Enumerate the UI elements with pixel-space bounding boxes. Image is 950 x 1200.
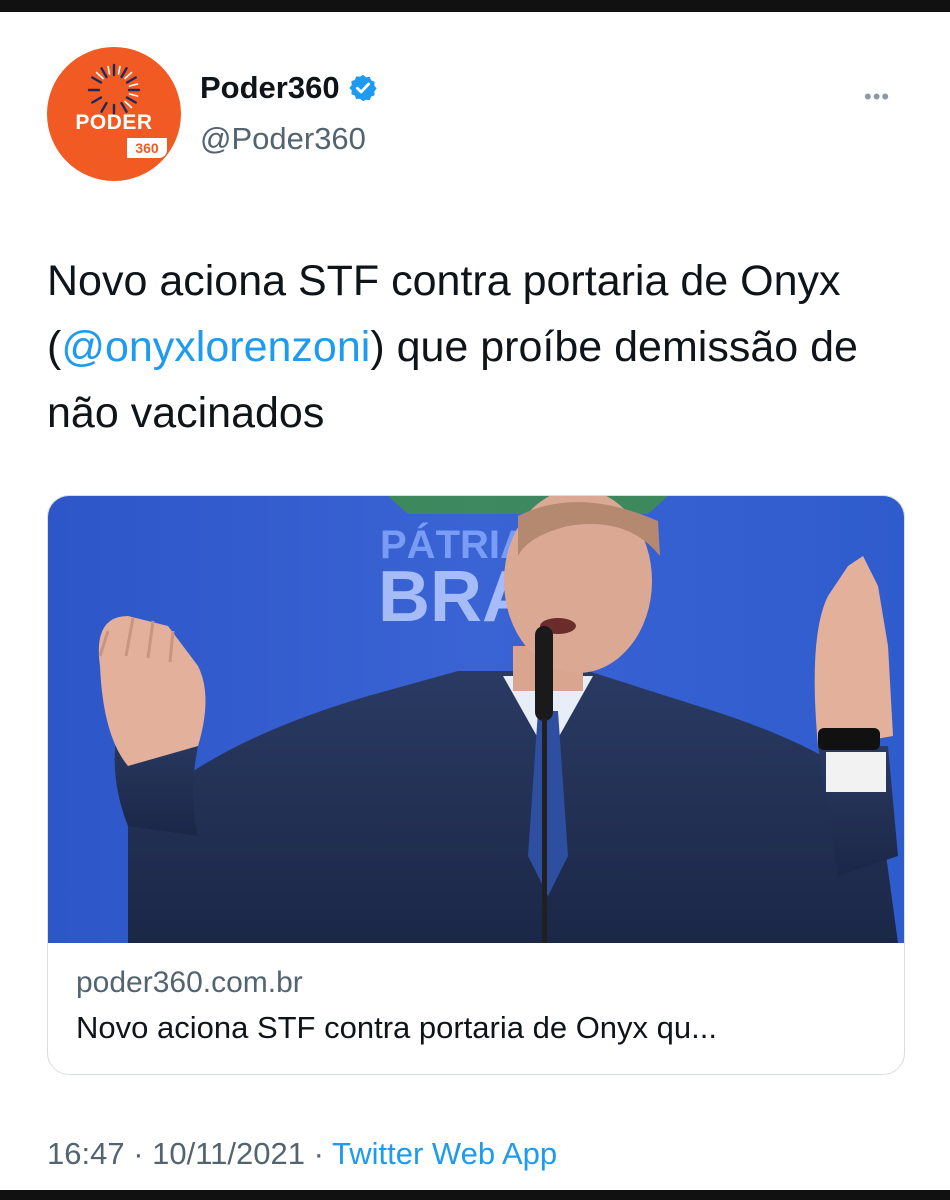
- user-handle[interactable]: @Poder360: [200, 121, 366, 157]
- meta-separator-1: ·: [124, 1136, 153, 1171]
- bottom-border: [0, 1190, 950, 1200]
- tweet-source[interactable]: Twitter Web App: [332, 1136, 557, 1171]
- tweet-time[interactable]: 16:47: [47, 1136, 125, 1171]
- avatar-label: PODER: [75, 111, 153, 134]
- more-options-icon[interactable]: •••: [864, 84, 890, 110]
- avatar[interactable]: PODER 360: [47, 47, 181, 181]
- meta-separator-2: ·: [305, 1136, 332, 1171]
- avatar-number: 360: [127, 138, 167, 158]
- tweet-date[interactable]: 10/11/2021: [152, 1136, 305, 1171]
- top-border: [0, 0, 950, 12]
- verified-badge-icon: [348, 74, 377, 102]
- author-name-row[interactable]: Poder360: [200, 70, 378, 106]
- display-name[interactable]: Poder360: [200, 70, 340, 106]
- tweet-meta: 16:47 · 10/11/2021 · Twitter Web App: [47, 1136, 557, 1172]
- card-domain[interactable]: poder360.com.br: [76, 966, 303, 1000]
- link-card[interactable]: PÁTRIA BRA poder360.com.br Novo aciona S…: [47, 495, 905, 1075]
- mention-link[interactable]: @onyxlorenzoni: [61, 323, 370, 371]
- card-image: PÁTRIA BRA: [48, 496, 904, 943]
- tweet-text: Novo aciona STF contra portaria de Onyx …: [47, 248, 907, 446]
- card-title[interactable]: Novo aciona STF contra portaria de Onyx …: [76, 1010, 876, 1046]
